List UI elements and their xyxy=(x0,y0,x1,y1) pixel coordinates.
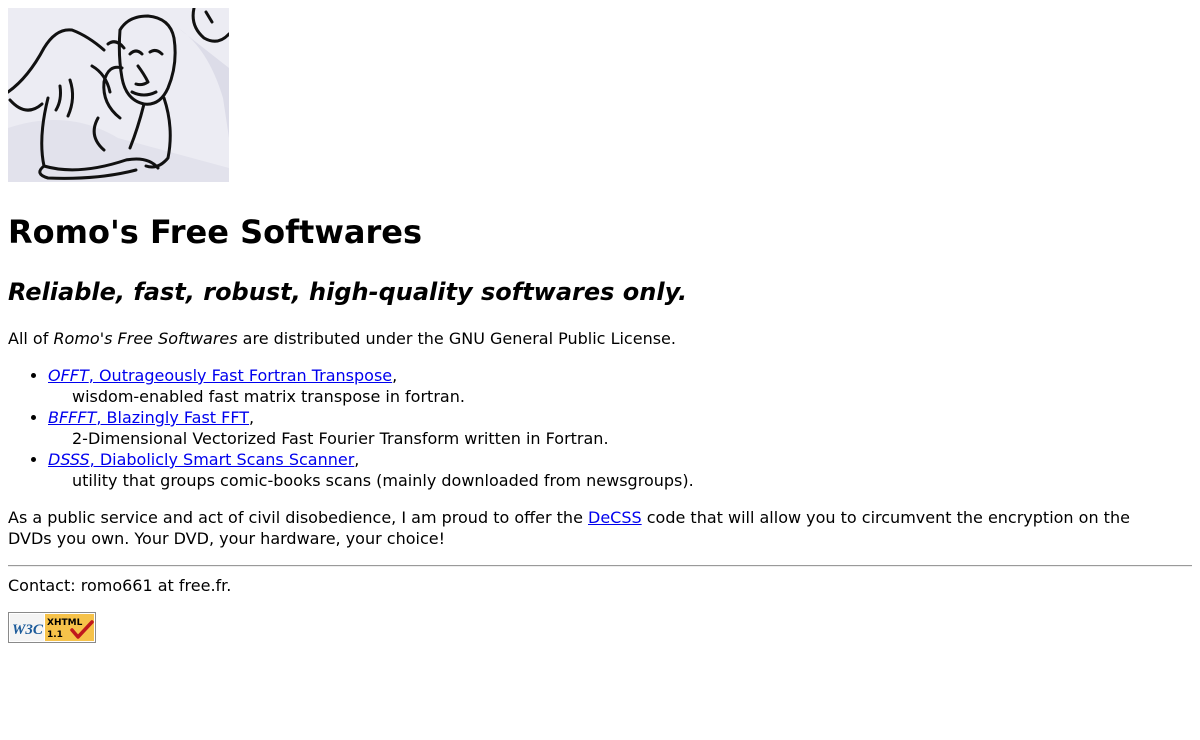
page-tagline: Reliable, fast, robust, high-quality sof… xyxy=(8,278,688,306)
bffft-description: 2-Dimensional Vectorized Fast Fourier Tr… xyxy=(72,429,609,448)
software-item-bffft: BFFFT, Blazingly Fast FFT, 2-Dimensional… xyxy=(48,407,1192,449)
offt-link[interactable]: OFFT, Outrageously Fast Fortran Transpos… xyxy=(48,366,392,385)
contact-text: Contact: romo661 at free.fr. xyxy=(8,576,232,595)
intro-name: Romo's Free Softwares xyxy=(53,329,238,348)
software-item-dsss: DSSS, Diabolicly Smart Scans Scanner, ut… xyxy=(48,449,1192,491)
page-title: Romo's Free Softwares xyxy=(8,213,423,251)
w3c-xhtml-badge[interactable]: W3C XHTML 1.1 xyxy=(8,612,96,643)
intro-suffix: are distributed under the GNU General Pu… xyxy=(237,329,676,348)
xhtml-version-text: 1.1 xyxy=(47,630,63,640)
offt-description: wisdom-enabled fast matrix transpose in … xyxy=(72,387,465,406)
xhtml-text: XHTML xyxy=(47,618,83,628)
offt-name: , Outrageously Fast Fortran Transpose xyxy=(88,366,393,385)
license-intro: All of Romo's Free Softwares are distrib… xyxy=(8,328,1192,349)
intro-prefix: All of xyxy=(8,329,54,348)
dsss-link[interactable]: DSSS, Diabolicly Smart Scans Scanner xyxy=(48,450,354,469)
w3c-text: W3C xyxy=(12,622,44,638)
decss-link[interactable]: DeCSS xyxy=(588,508,642,527)
page: Romo's Free Softwares Reliable, fast, ro… xyxy=(0,0,1200,643)
civil-disobedience-text: As a public service and act of civil dis… xyxy=(8,507,1178,549)
dsss-description: utility that groups comic-books scans (m… xyxy=(72,471,694,490)
civil-before: As a public service and act of civil dis… xyxy=(8,508,588,527)
bffft-link[interactable]: BFFFT, Blazingly Fast FFT xyxy=(48,408,249,427)
dsss-name: , Diabolicly Smart Scans Scanner xyxy=(89,450,355,469)
hacker-sketch-logo xyxy=(8,8,229,182)
software-list: OFFT, Outrageously Fast Fortran Transpos… xyxy=(8,365,1192,491)
divider xyxy=(8,565,1192,567)
software-item-offt: OFFT, Outrageously Fast Fortran Transpos… xyxy=(48,365,1192,407)
bffft-abbr: BFFFT xyxy=(48,408,97,427)
bffft-name: , Blazingly Fast FFT xyxy=(96,408,250,427)
offt-abbr: OFFT xyxy=(48,366,89,385)
dsss-abbr: DSSS xyxy=(48,450,90,469)
